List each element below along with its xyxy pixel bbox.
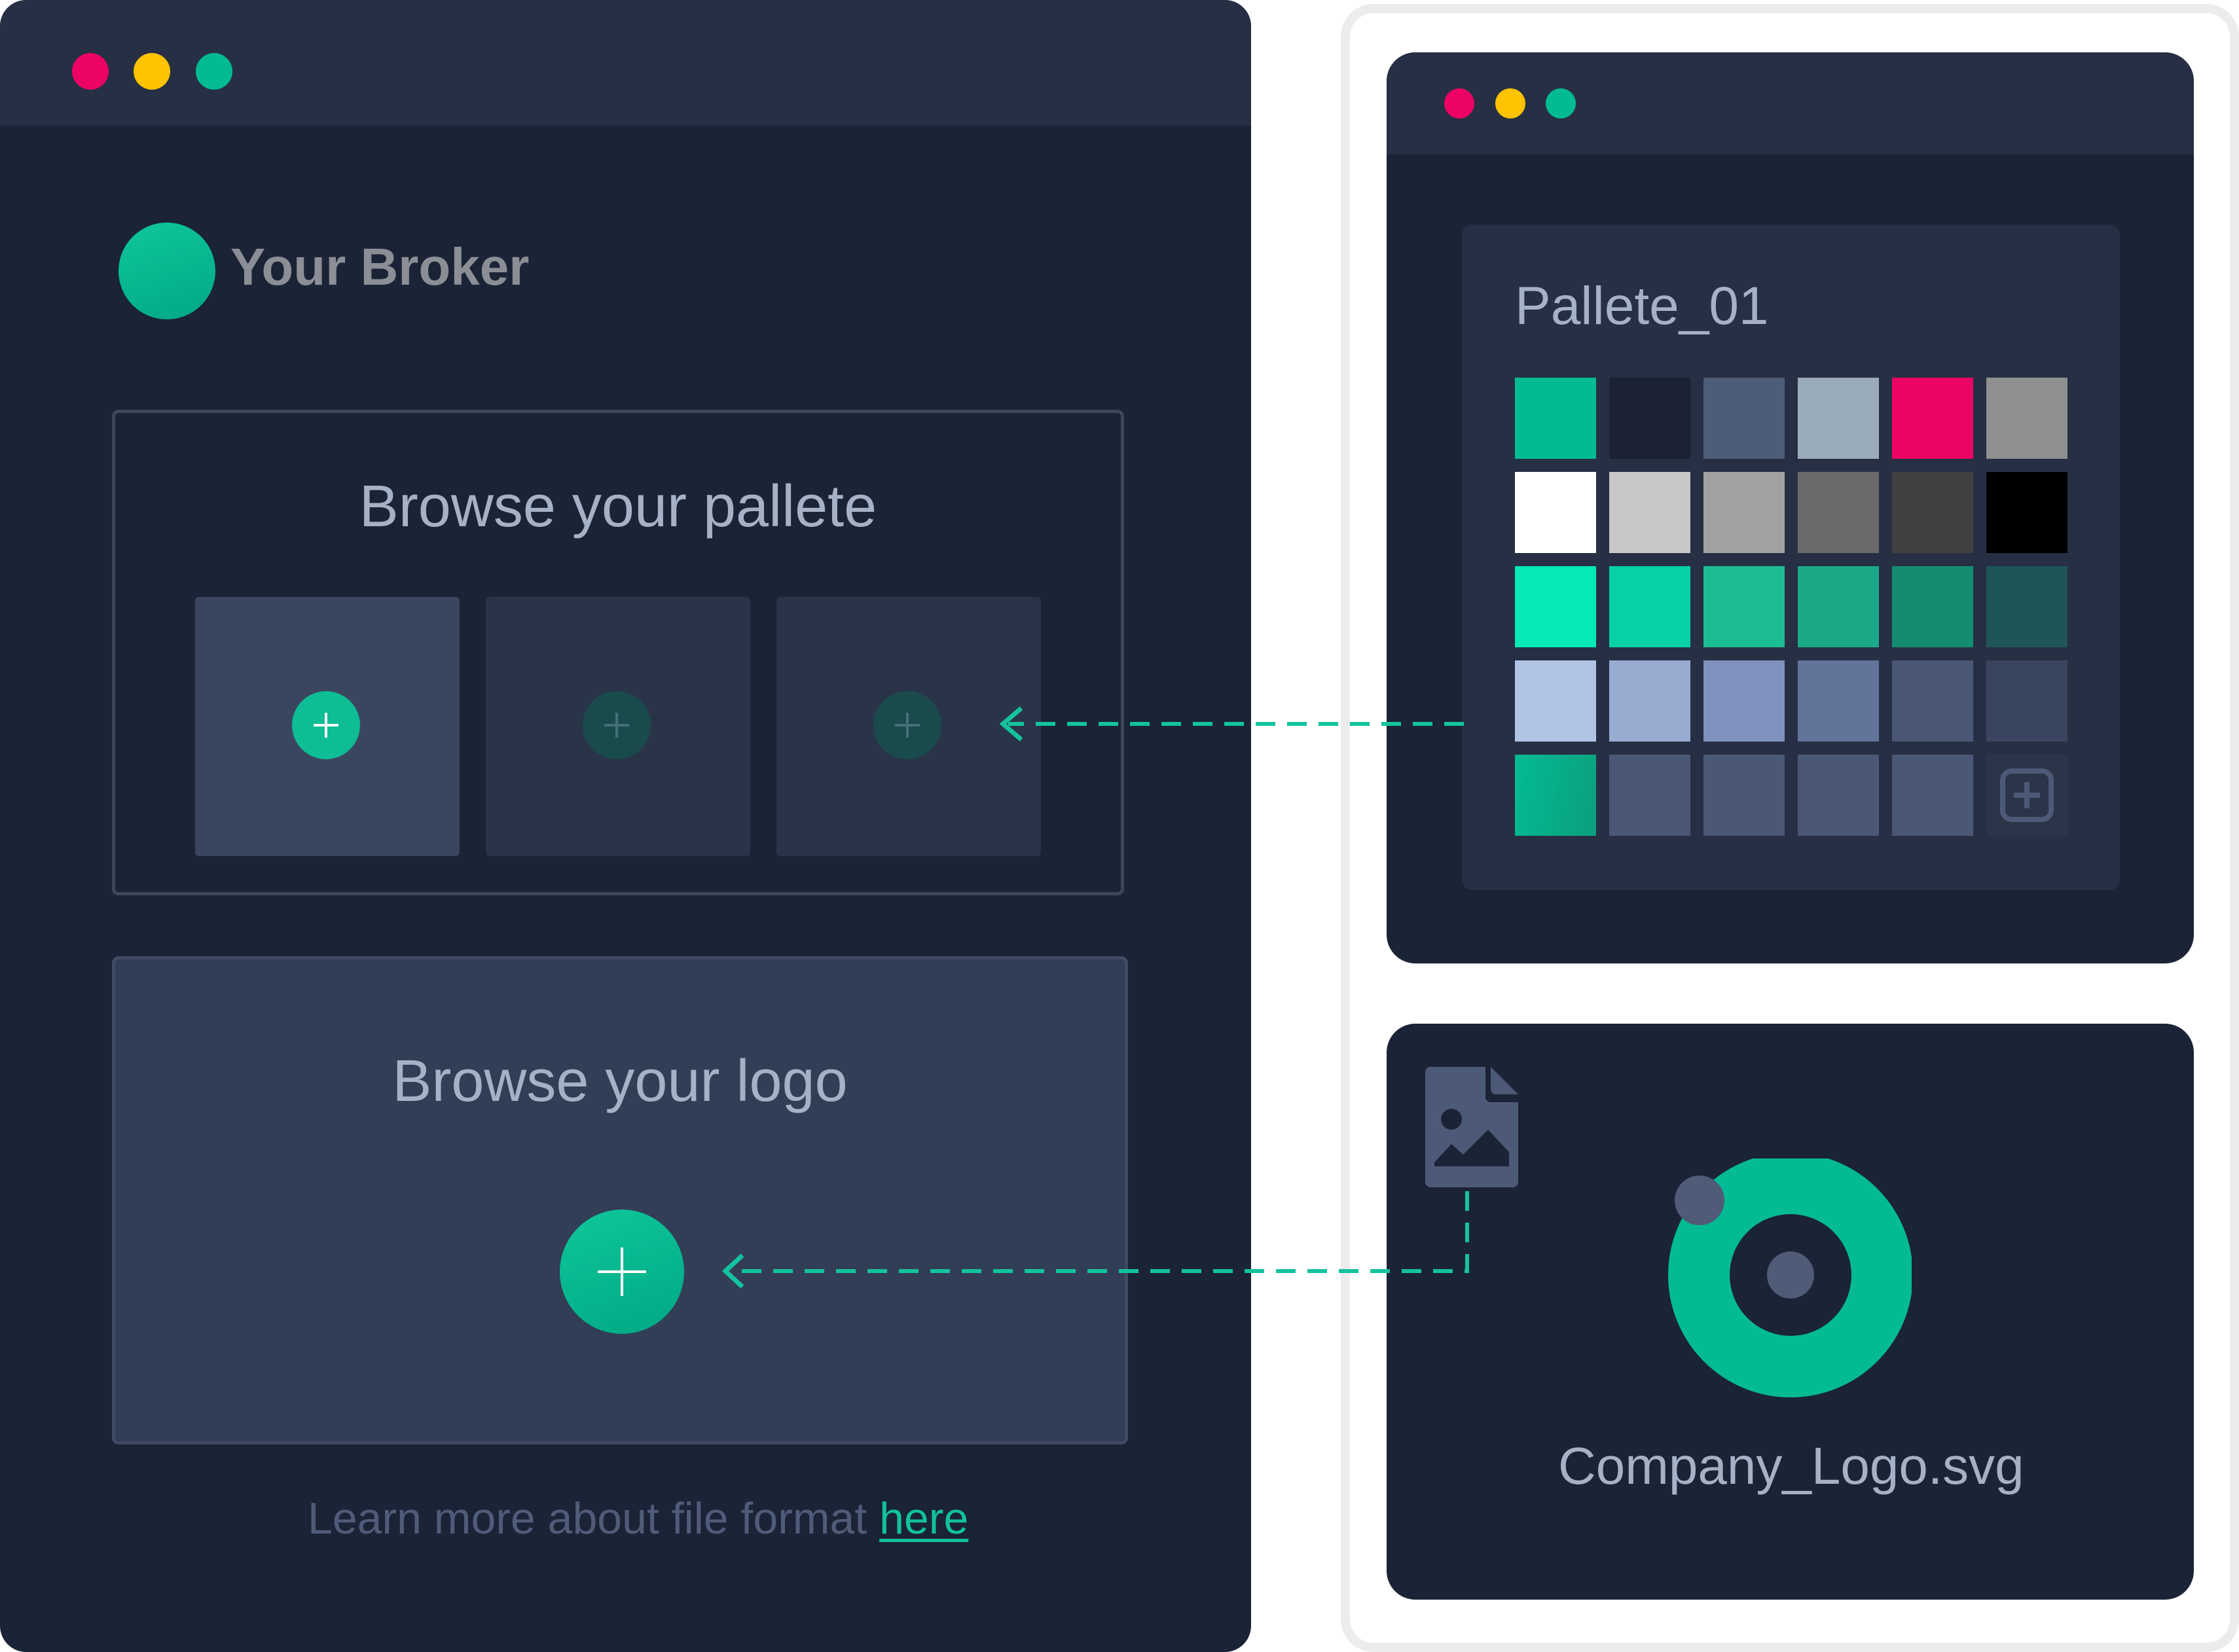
palette-connector-arrow <box>999 706 1464 742</box>
connector-arrows <box>721 706 1469 1289</box>
logo-connector-arrow <box>721 1191 1469 1289</box>
